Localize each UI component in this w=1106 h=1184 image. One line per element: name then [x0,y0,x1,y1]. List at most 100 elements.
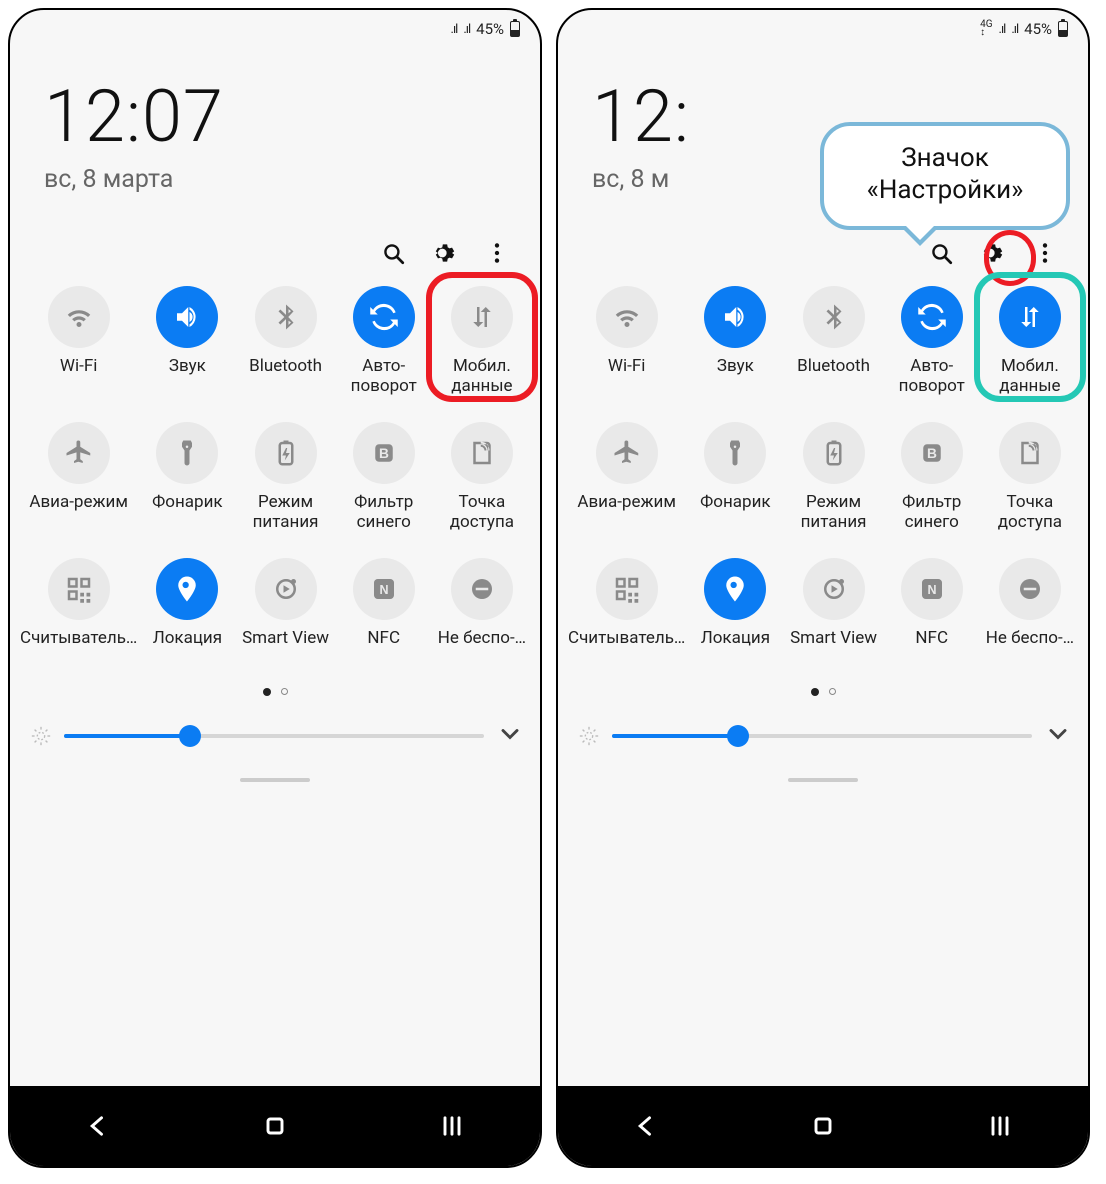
tile-label: Авиа-режим [29,492,128,532]
status-bar: .ıl .ıl 45% [10,10,540,44]
sound-icon[interactable] [704,286,766,348]
recents-button[interactable] [438,1112,466,1140]
brightness-slider[interactable] [64,734,484,738]
nfc-icon[interactable] [901,558,963,620]
tile-flashlight[interactable]: Фонарик [139,422,235,532]
brightness-row [10,704,540,762]
battery-leaf-icon[interactable] [803,422,865,484]
tile-label: Фонарик [700,492,770,532]
wifi-icon[interactable] [596,286,658,348]
bluetooth-icon[interactable] [803,286,865,348]
tile-wifi[interactable]: Wi-Fi [20,286,137,396]
back-button[interactable] [84,1112,112,1140]
tile-smartview[interactable]: Smart View [785,558,881,668]
tile-mobiledata[interactable]: Мобил. данные [434,286,530,396]
tile-label: Авто-поворот [336,356,432,396]
location-pin-icon[interactable] [704,558,766,620]
tile-qrscan[interactable]: Считыватель… [20,558,137,668]
back-button[interactable] [632,1112,660,1140]
tile-autorotate[interactable]: Авто-поворот [336,286,432,396]
tile-qrscan[interactable]: Считыватель… [568,558,685,668]
dnd-icon[interactable] [451,558,513,620]
tile-wifi[interactable]: Wi-Fi [568,286,685,396]
tile-sound[interactable]: Звук [687,286,783,396]
tile-label: Звук [169,356,206,396]
drag-handle[interactable] [240,778,310,782]
dnd-icon[interactable] [999,558,1061,620]
tile-label: NFC [915,628,948,668]
date-label: вс, 8 марта [44,165,506,194]
brightness-fill [612,734,738,738]
home-button[interactable] [261,1112,289,1140]
hotspot-icon[interactable] [999,422,1061,484]
brightness-icon [578,722,600,750]
tile-bluefilter[interactable]: Фильтр синего [336,422,432,532]
tile-nfc[interactable]: NFC [884,558,980,668]
brightness-slider[interactable] [612,734,1032,738]
airplane-icon[interactable] [596,422,658,484]
chevron-down-icon[interactable] [1044,720,1068,752]
home-button[interactable] [809,1112,837,1140]
tile-label: Точка доступа [982,492,1078,532]
airplane-icon[interactable] [48,422,110,484]
tile-label: Не беспо-… [986,628,1074,668]
tile-bluetooth[interactable]: Bluetooth [237,286,333,396]
tile-location[interactable]: Локация [139,558,235,668]
tile-label: Фонарик [152,492,222,532]
rotate-icon[interactable] [901,286,963,348]
quick-settings-grid: Wi-Fi ЗвукBluetoothАвто-поворотМобил. дан… [558,282,1088,668]
wifi-icon[interactable] [48,286,110,348]
tile-dnd[interactable]: Не беспо-… [434,558,530,668]
flashlight-icon[interactable] [704,422,766,484]
location-pin-icon[interactable] [156,558,218,620]
more-icon[interactable] [484,240,510,266]
qr-icon[interactable] [596,558,658,620]
tile-airplane[interactable]: Авиа-режим [20,422,137,532]
tile-mobiledata[interactable]: Мобил. данные [982,286,1078,396]
nfc-icon[interactable] [353,558,415,620]
gear-icon[interactable] [432,240,458,266]
tile-label: Фильтр синего [884,492,980,532]
tile-powermode[interactable]: Режим питания [237,422,333,532]
search-icon[interactable] [380,240,406,266]
bluetooth-icon[interactable] [255,286,317,348]
rotate-icon[interactable] [353,286,415,348]
flashlight-icon[interactable] [156,422,218,484]
tile-highlight-annotation [974,272,1086,402]
tile-nfc[interactable]: NFC [336,558,432,668]
tile-label: NFC [367,628,400,668]
bluelight-icon[interactable] [353,422,415,484]
tile-hotspot[interactable]: Точка доступа [982,422,1078,532]
tile-label: Wi-Fi [608,356,645,396]
tile-hotspot[interactable]: Точка доступа [434,422,530,532]
tile-dnd[interactable]: Не беспо-… [982,558,1078,668]
tile-label: Bluetooth [249,356,322,396]
more-icon[interactable] [1032,240,1058,266]
tile-powermode[interactable]: Режим питания [785,422,881,532]
tile-smartview[interactable]: Smart View [237,558,333,668]
brightness-icon [30,722,52,750]
brightness-thumb[interactable] [179,725,201,747]
tile-autorotate[interactable]: Авто-поворот [884,286,980,396]
tile-sound[interactable]: Звук [139,286,235,396]
hotspot-icon[interactable] [451,422,513,484]
tile-location[interactable]: Локация [687,558,783,668]
recents-button[interactable] [986,1112,1014,1140]
tile-airplane[interactable]: Авиа-режим [568,422,685,532]
tile-bluefilter[interactable]: Фильтр синего [884,422,980,532]
tile-bluetooth[interactable]: Bluetooth [785,286,881,396]
smartview-icon[interactable] [255,558,317,620]
brightness-thumb[interactable] [727,725,749,747]
tile-label: Авиа-режим [577,492,676,532]
sound-icon[interactable] [156,286,218,348]
phone-screenshot-right: 4G↕ .ıl .ıl 45% 12: вс, 8 м Значок «Наст… [556,8,1090,1168]
drag-handle[interactable] [788,778,858,782]
tile-flashlight[interactable]: Фонарик [687,422,783,532]
chevron-down-icon[interactable] [496,720,520,752]
tile-label: Считыватель… [20,628,137,668]
bluelight-icon[interactable] [901,422,963,484]
battery-leaf-icon[interactable] [255,422,317,484]
brightness-row [558,704,1088,762]
smartview-icon[interactable] [803,558,865,620]
qr-icon[interactable] [48,558,110,620]
